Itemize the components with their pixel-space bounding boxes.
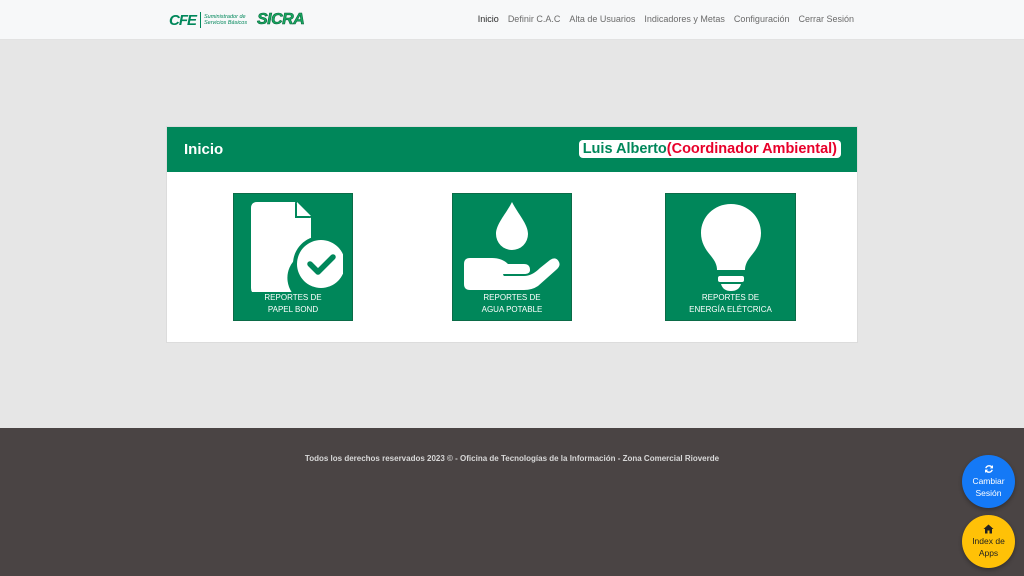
tile-label-line1: REPORTES DE xyxy=(483,293,541,302)
home-icon xyxy=(983,524,994,534)
user-badge: Luis Alberto(Coordinador Ambiental) xyxy=(578,140,841,158)
lightbulb-icon xyxy=(700,204,761,291)
tile-label-line2: ENERGÍA ELÉTCRICA xyxy=(689,305,772,314)
tile-label: REPORTES DE PAPEL BOND xyxy=(234,292,352,316)
footer-copyright: Todos los derechos reservados 2023 © - O… xyxy=(304,454,720,463)
user-role: (Coordinador Ambiental) xyxy=(666,141,837,157)
logo-subtitle: Suministrador de Servicios Básicos xyxy=(204,14,252,27)
nav-item-alta-usuarios[interactable]: Alta de Usuarios xyxy=(569,14,635,24)
tile-label-line1: REPORTES DE xyxy=(701,293,760,302)
document-check-icon xyxy=(251,202,343,292)
tile-papel-bond[interactable]: REPORTES DE PAPEL BOND xyxy=(233,193,353,321)
nav-item-definir-cac[interactable]: Definir C.A.C xyxy=(508,14,561,24)
page-title: Inicio xyxy=(184,141,224,158)
home-card: Inicio Luis Alberto(Coordinador Ambienta… xyxy=(166,126,858,343)
nav-item-configuracion[interactable]: Configuración xyxy=(734,14,790,24)
brand-logo[interactable]: CFE Suministrador de Servicios Básicos S… xyxy=(169,11,305,29)
user-name: Luis Alberto xyxy=(582,141,667,157)
change-session-button[interactable]: Cambiar Sesión xyxy=(962,455,1015,508)
nav-item-cerrar-sesion[interactable]: Cerrar Sesión xyxy=(798,14,854,24)
change-session-label-line1: Cambiar xyxy=(972,476,1005,486)
apps-index-label-line1: Index de xyxy=(972,536,1005,546)
tile-label: REPORTES DE ENERGÍA ELÉTCRICA xyxy=(666,292,795,316)
apps-index-button[interactable]: Index de Apps xyxy=(962,515,1015,568)
change-session-label-line2: Sesión xyxy=(975,488,1002,498)
refresh-icon xyxy=(984,465,993,473)
tile-label-line1: REPORTES DE xyxy=(264,293,322,302)
water-drop-hand-icon xyxy=(464,202,560,290)
nav-item-indicadores-metas[interactable]: Indicadores y Metas xyxy=(644,14,725,24)
tile-label: REPORTES DE AGUA POTABLE xyxy=(453,292,571,316)
cfe-logo-text: CFE xyxy=(169,11,197,29)
top-navbar: CFE Suministrador de Servicios Básicos S… xyxy=(0,0,1024,40)
sicra-logo-text: SICRA xyxy=(257,11,305,29)
nav-menu: Inicio Definir C.A.C Alta de Usuarios In… xyxy=(478,14,854,24)
tile-agua-potable[interactable]: REPORTES DE AGUA POTABLE xyxy=(452,193,572,321)
tile-label-line2: AGUA POTABLE xyxy=(481,305,543,314)
page-footer: Todos los derechos reservados 2023 © - O… xyxy=(0,428,1024,576)
card-header: Inicio Luis Alberto(Coordinador Ambienta… xyxy=(167,127,857,172)
logo-divider xyxy=(200,12,201,28)
logo-subtitle-line2: Servicios Básicos xyxy=(204,20,248,26)
apps-index-label-line2: Apps xyxy=(978,548,999,558)
tile-energia-electrica[interactable]: REPORTES DE ENERGÍA ELÉTCRICA xyxy=(665,193,796,321)
nav-item-inicio[interactable]: Inicio xyxy=(478,14,499,24)
tile-label-line2: PAPEL BOND xyxy=(267,305,319,314)
